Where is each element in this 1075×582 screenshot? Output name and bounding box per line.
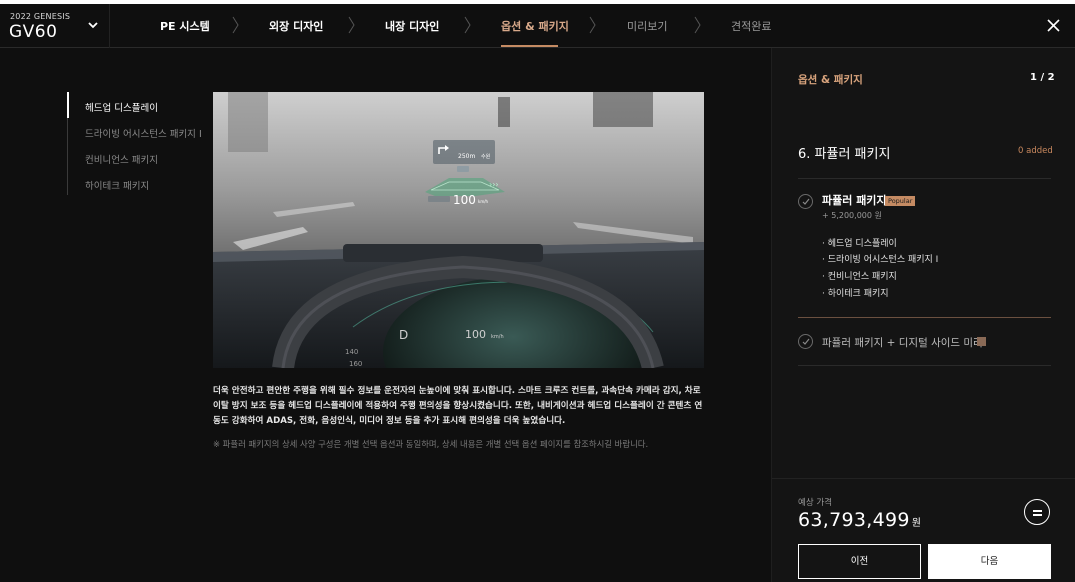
active-step-indicator: [501, 45, 558, 47]
package-price: + 5,200,000 원: [822, 211, 882, 220]
chevron-right-icon: [232, 16, 239, 34]
step-pe-system[interactable]: PE 시스템: [160, 18, 210, 34]
nav-item-hightech[interactable]: 하이테크 패키지: [85, 178, 149, 192]
feature-note: ※ 파퓰러 패키지의 상세 사양 구성은 개별 선택 옵션과 동일하며, 상세 …: [213, 439, 649, 449]
hud-direction-arrow: ›››: [489, 180, 499, 189]
check-icon: [802, 198, 810, 205]
feature-image: 250m 수원 ››› 100 km/h D 100 km/h 140 160: [213, 92, 704, 368]
price-summary: 예상 가격 63,793,499 원 이전 다음: [772, 478, 1075, 582]
chevron-right-icon: [589, 16, 596, 34]
step-interior[interactable]: 내장 디자인: [385, 18, 439, 34]
hud-speed-unit: km/h: [478, 199, 489, 204]
panel-title: 옵션 & 패키지: [798, 74, 863, 86]
configurator-app: 2022 GENESIS GV60 PE 시스템 외장 디자인 내장 디자인 옵…: [0, 4, 1075, 582]
model-year: 2022 GENESIS: [10, 12, 71, 21]
cluster-speed-value: 100: [465, 328, 486, 341]
step-navigation: PE 시스템 외장 디자인 내장 디자인 옵션 & 패키지 미리보기 견적완료: [110, 4, 1010, 48]
price-value: 63,793,499: [798, 509, 910, 531]
divider: [798, 178, 1051, 179]
cluster-speed-unit: km/h: [491, 334, 504, 340]
chevron-right-icon: [464, 16, 471, 34]
step-exterior[interactable]: 외장 디자인: [269, 18, 323, 34]
nav-item-convenience[interactable]: 컨비니언스 패키지: [85, 152, 158, 166]
price-unit: 원: [911, 518, 922, 529]
equals-icon: [1033, 510, 1042, 512]
package-checkbox[interactable]: [798, 194, 813, 209]
next-button[interactable]: 다음: [928, 544, 1051, 579]
price-label: 예상 가격: [798, 498, 832, 508]
added-count: 0 added: [1018, 146, 1053, 156]
nav-active-indicator: [67, 92, 69, 118]
top-navigation-bar: 2022 GENESIS GV60 PE 시스템 외장 디자인 내장 디자인 옵…: [0, 4, 1075, 48]
price-detail-button[interactable]: [1024, 499, 1050, 525]
hud-speed-value: 100: [453, 193, 476, 207]
popular-badge: Popular: [885, 196, 916, 206]
hud-distance-label: 250m: [458, 153, 475, 160]
cluster-tick-label: 160: [349, 360, 362, 368]
new-icon: [977, 337, 986, 346]
section-title: 6. 파퓰러 패키지: [798, 147, 891, 162]
cluster-gear-indicator: D: [399, 328, 408, 342]
step-quote-complete[interactable]: 견적완료: [731, 18, 771, 34]
nav-item-driving-assistance[interactable]: 드라이빙 어시스턴스 패키지 I: [85, 126, 202, 140]
chevron-down-icon[interactable]: [86, 18, 100, 32]
package-checkbox[interactable]: [798, 334, 813, 349]
divider: [798, 365, 1051, 366]
panel-page-indicator: 1 / 2: [1030, 72, 1055, 83]
package-name[interactable]: 파퓰러 패키지 + 디지털 사이드 미러: [822, 335, 983, 350]
estimated-price: 63,793,499 원: [798, 509, 921, 531]
package-name[interactable]: 파퓰러 패키지: [822, 192, 887, 208]
list-item: · 드라이빙 어시스턴스 패키지 I: [822, 255, 939, 265]
equals-icon: [1033, 514, 1042, 516]
list-item: · 헤드업 디스플레이: [822, 239, 897, 249]
list-item: · 하이테크 패키지: [822, 289, 889, 299]
close-icon[interactable]: [1045, 17, 1062, 34]
options-panel: 옵션 & 패키지 1 / 2 6. 파퓰러 패키지 0 added 파퓰러 패키…: [771, 48, 1075, 582]
list-item: · 컨비니언스 패키지: [822, 272, 897, 282]
step-preview[interactable]: 미리보기: [627, 18, 667, 34]
chevron-right-icon: [694, 16, 701, 34]
prev-button[interactable]: 이전: [798, 544, 921, 579]
step-options-packages[interactable]: 옵션 & 패키지: [501, 18, 569, 34]
chevron-right-icon: [348, 16, 355, 34]
hud-photo: 250m 수원 ››› 100 km/h D 100 km/h 140 160: [213, 92, 704, 368]
feature-description: 더욱 안전하고 편안한 주행을 위해 필수 정보를 운전자의 눈높이에 맞춰 표…: [213, 386, 703, 426]
model-selector[interactable]: 2022 GENESIS GV60: [0, 4, 110, 48]
divider: [798, 317, 1051, 318]
nav-item-hud[interactable]: 헤드업 디스플레이: [85, 100, 158, 114]
cluster-tick-label: 140: [345, 348, 358, 356]
hud-destination-label: 수원: [481, 153, 491, 160]
model-name: GV60: [9, 22, 58, 42]
check-icon: [802, 338, 810, 345]
